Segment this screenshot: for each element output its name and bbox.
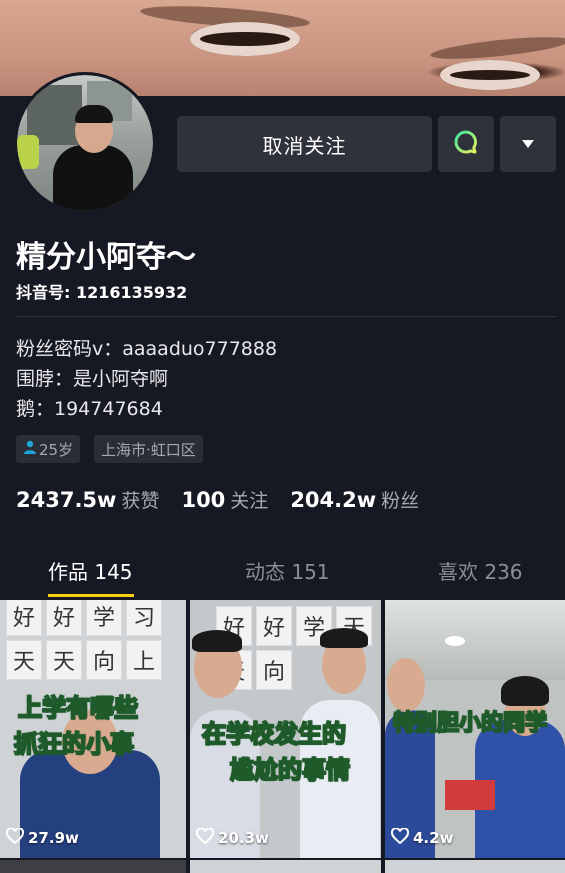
- stat-label: 粉丝: [381, 490, 420, 512]
- video-person: [320, 628, 368, 648]
- stats-row: 2437.5w 获赞 100 关注 204.2w 粉丝: [16, 486, 441, 513]
- age-tag: 25岁: [16, 435, 81, 463]
- unfollow-button[interactable]: 取消关注: [177, 116, 432, 172]
- stat-number: 100: [181, 488, 226, 512]
- content-tabs: 作品 145 动态 151 喜欢 236: [0, 556, 565, 597]
- chalkboard-characters: 好 好 学 习 天 天 向 上: [4, 600, 184, 682]
- banner-detail: [429, 32, 565, 64]
- video-person: [192, 630, 242, 652]
- video-prop: [445, 780, 495, 810]
- location-tag: 上海市·虹口区: [94, 435, 203, 463]
- video-thumbnail[interactable]: [385, 860, 565, 873]
- chat-bubble-icon: [453, 129, 479, 159]
- bio-line: 围脖：是小阿夺啊: [16, 368, 169, 390]
- video-caption: 尴尬的事情: [229, 755, 351, 785]
- nickname: 精分小阿夺～: [16, 240, 196, 275]
- video-caption: 在学校发生的: [201, 719, 347, 749]
- avatar[interactable]: [14, 72, 156, 214]
- video-likes: 20.3w: [195, 827, 269, 848]
- video-thumbnail[interactable]: [190, 860, 381, 873]
- caret-down-icon: [520, 135, 536, 154]
- likes-count: 20.3w: [218, 829, 269, 847]
- avatar-person: [75, 105, 113, 123]
- avatar-person: [53, 145, 133, 211]
- board-char: 上: [126, 640, 162, 680]
- tab-works[interactable]: 作品 145: [48, 556, 133, 585]
- video-likes: 27.9w: [5, 827, 79, 848]
- video-thumbnail[interactable]: 特别胆小的同学 4.2w: [385, 600, 565, 858]
- heart-icon: [5, 827, 28, 848]
- more-dropdown-button[interactable]: [500, 116, 556, 172]
- stat-label: 获赞: [121, 490, 160, 512]
- stat-number: 204.2w: [290, 488, 377, 512]
- ceiling-light: [445, 636, 465, 646]
- video-thumbnail[interactable]: 好 好 学 天 天 向 在学校发生的 尴尬的事情 20.3w: [190, 600, 381, 858]
- age-text: 25岁: [39, 440, 74, 459]
- heart-icon: [195, 827, 218, 848]
- active-tab-indicator: [48, 594, 134, 597]
- board-char: 天: [6, 640, 42, 680]
- board-char: 好: [46, 600, 82, 636]
- video-grid: 好 好 学 习 天 天 向 上 上学有哪些 抓狂的小事 27.9w 好 好 学 …: [0, 600, 565, 873]
- board-char: 学: [86, 600, 122, 636]
- stat-followers[interactable]: 204.2w 粉丝: [290, 486, 419, 513]
- stat-number: 2437.5w: [16, 488, 117, 512]
- douyin-id[interactable]: 抖音号: 1216135932: [16, 279, 187, 303]
- tab-liked[interactable]: 喜欢 236: [438, 556, 523, 585]
- person-icon: [23, 440, 37, 458]
- banner-detail: [440, 60, 540, 90]
- video-caption: 特别胆小的同学: [392, 710, 548, 737]
- video-thumbnail[interactable]: 好 好 学 习 天 天 向 上 上学有哪些 抓狂的小事 27.9w: [0, 600, 186, 858]
- video-caption: 上学有哪些: [17, 693, 139, 723]
- video-likes: 4.2w: [390, 827, 454, 848]
- likes-count: 4.2w: [413, 829, 454, 847]
- board-char: 好: [6, 600, 42, 636]
- bio-line: 粉丝密码v：aaaaduo777888: [16, 338, 278, 360]
- tab-updates[interactable]: 动态 151: [245, 556, 330, 585]
- bio-line: 鹅：194747684: [16, 398, 163, 420]
- banner-detail: [190, 22, 300, 56]
- message-button[interactable]: [438, 116, 494, 172]
- board-char: 向: [86, 640, 122, 680]
- divider: [16, 316, 556, 317]
- avatar-bg: [17, 135, 39, 169]
- board-char: 天: [46, 640, 82, 680]
- stat-likes: 2437.5w 获赞: [16, 486, 159, 513]
- board-char: 好: [256, 606, 292, 646]
- stat-label: 关注: [230, 490, 269, 512]
- video-thumbnail[interactable]: [0, 860, 186, 873]
- heart-icon: [390, 827, 413, 848]
- likes-count: 27.9w: [28, 829, 79, 847]
- board-char: 习: [126, 600, 162, 636]
- board-char: 向: [256, 650, 292, 690]
- video-person: [501, 676, 549, 706]
- video-person: [387, 658, 425, 712]
- stat-following[interactable]: 100 关注: [181, 486, 268, 513]
- video-caption: 抓狂的小事: [13, 729, 135, 759]
